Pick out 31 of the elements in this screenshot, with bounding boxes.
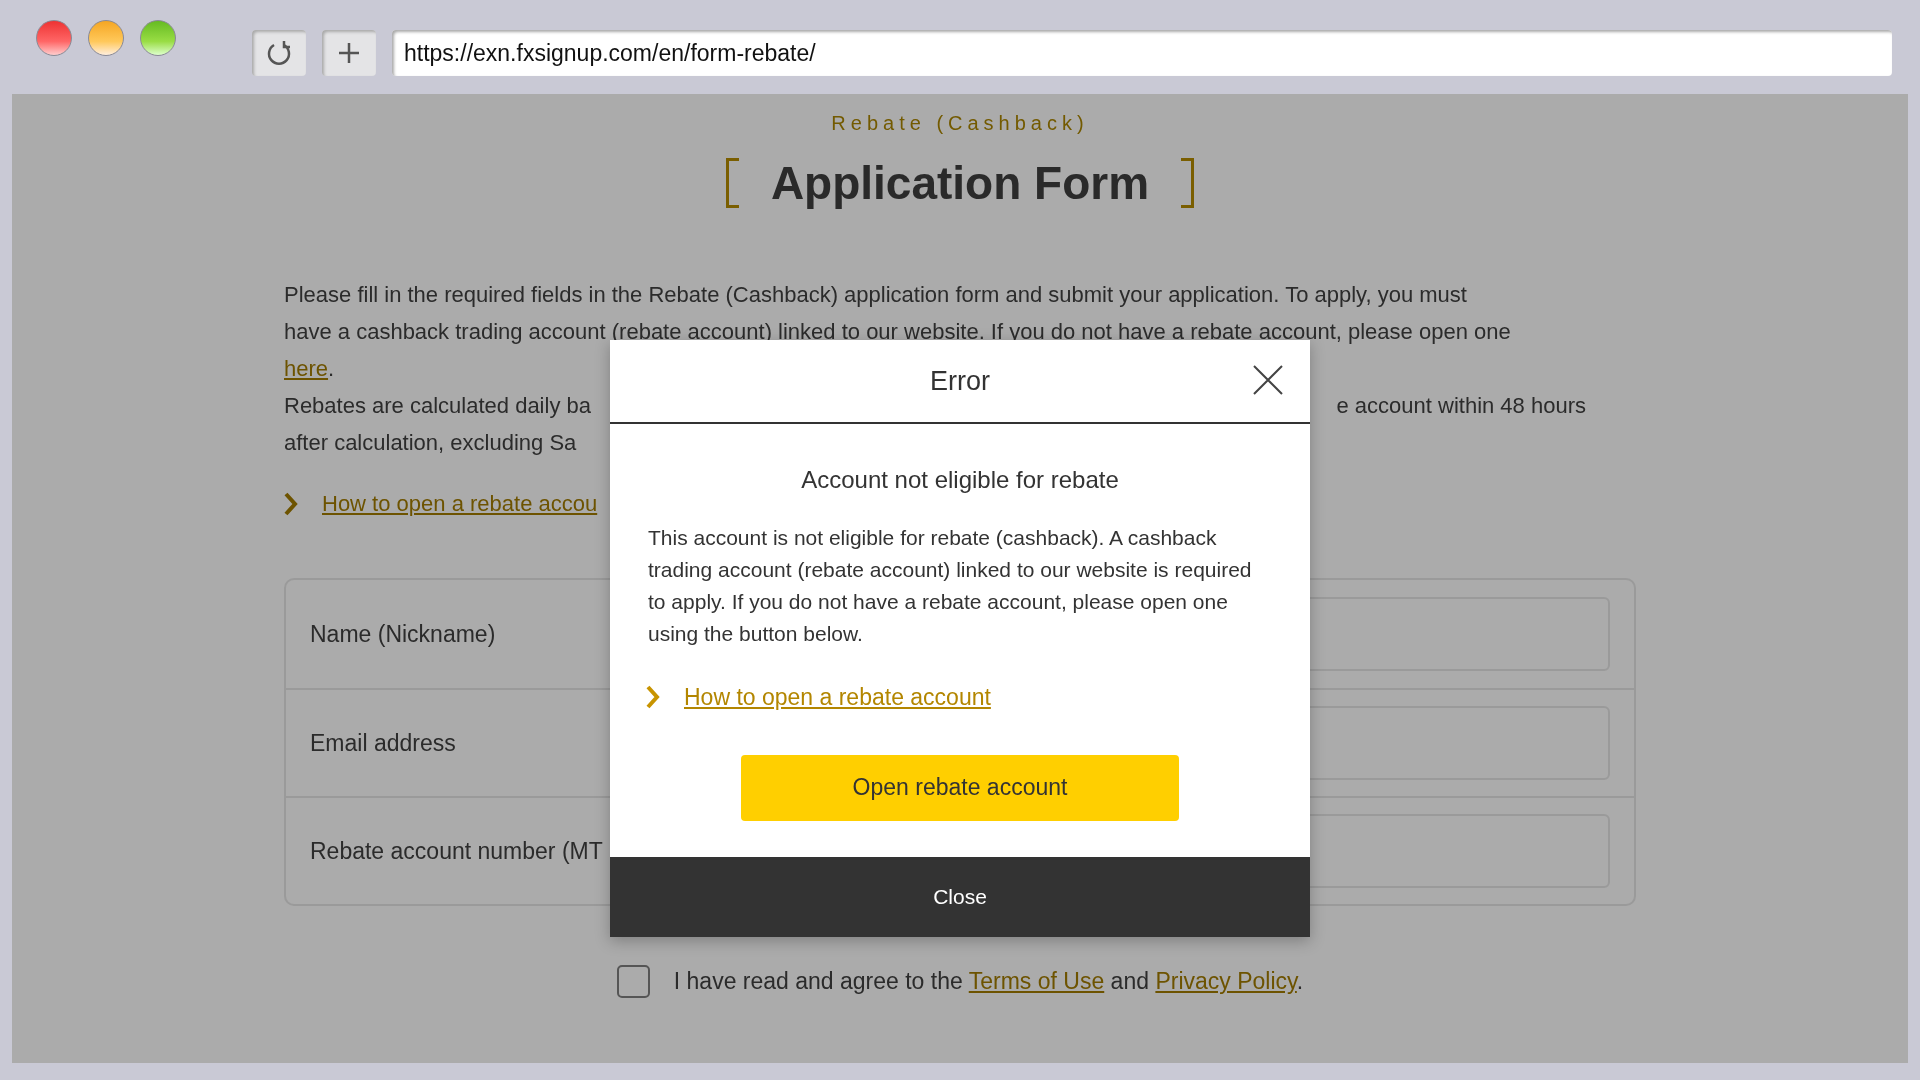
- terms-link[interactable]: Terms of Use: [968, 968, 1105, 994]
- rebate-guide-link[interactable]: How to open a rebate accou: [322, 485, 598, 522]
- new-tab-button[interactable]: [322, 30, 376, 76]
- close-button[interactable]: Close: [610, 856, 1310, 937]
- open-account-button[interactable]: Open rebate account: [741, 754, 1179, 821]
- chevron-right-icon: [646, 685, 660, 710]
- dialog-message: This account is not eligible for rebate (cashback). A cashback trading account (rebate account) linked to our website is required to apply. If you do not have a rebate account, please open one using the button below.: [647, 525, 1253, 647]
- close-window-light[interactable]: [36, 20, 72, 56]
- chevron-right-icon: [284, 491, 298, 516]
- reload-button[interactable]: [252, 30, 306, 76]
- agreement-text: I have read and agree to the Terms of Use and Privacy Policy.: [673, 967, 1304, 996]
- intro-text: Rebates are calculated daily ba: [284, 392, 591, 420]
- intro-text: .: [328, 355, 335, 383]
- field-label: Rebate account number (MT: [310, 836, 603, 866]
- intro-text: Please fill in the required fields in the Rebate (Cashback) application form and submit your application. To apply, you must: [284, 281, 1467, 309]
- maximize-window-light[interactable]: [140, 20, 176, 56]
- rebate-guide-link[interactable]: How to open a rebate account: [684, 680, 991, 715]
- plus-icon: [337, 41, 361, 65]
- minimize-window-light[interactable]: [88, 20, 124, 56]
- dialog-title: Error: [930, 364, 990, 398]
- subtitle: Rebate (Cashback): [831, 112, 1089, 134]
- field-label: Email address: [310, 728, 456, 758]
- intro-text: after calculation, excluding Sa: [284, 429, 577, 457]
- here-link[interactable]: here: [284, 350, 329, 387]
- field-label: Name (Nickname): [310, 619, 496, 649]
- agree-checkbox[interactable]: [616, 964, 650, 998]
- page-title: Application Form: [725, 158, 1195, 208]
- intro-text: e account within 48 hours: [1336, 392, 1586, 420]
- privacy-link[interactable]: Privacy Policy: [1155, 968, 1297, 994]
- address-bar[interactable]: https://exn.fxsignup.com/en/form-rebate/: [392, 30, 1892, 76]
- dialog-heading: Account not eligible for rebate: [800, 465, 1120, 495]
